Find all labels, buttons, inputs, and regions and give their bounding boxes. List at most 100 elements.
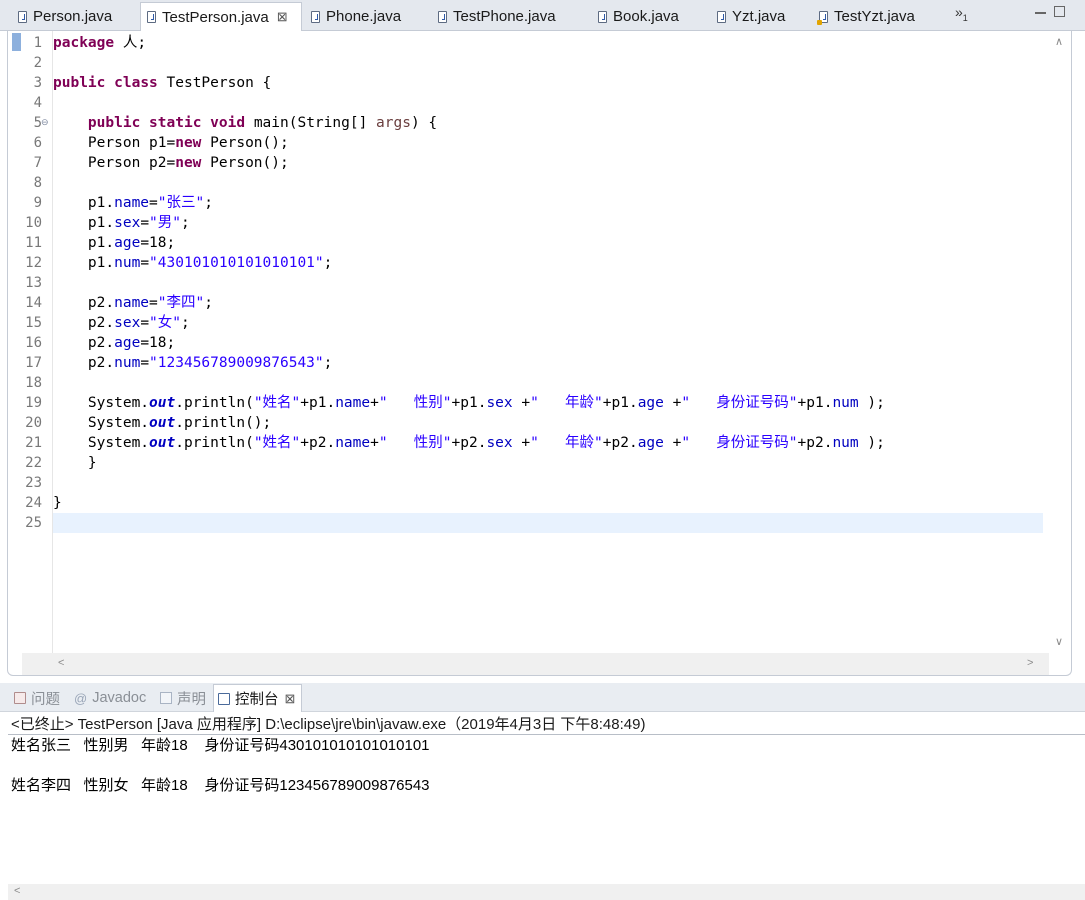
line-number: 22 bbox=[25, 455, 42, 471]
line-number: 24 bbox=[25, 495, 42, 511]
tab-label: 控制台 bbox=[235, 692, 279, 708]
tab-person-java[interactable]: Person.java bbox=[12, 3, 112, 30]
close-icon[interactable]: ⊠ bbox=[285, 691, 296, 707]
code-token: +p2. bbox=[797, 435, 833, 451]
code-token: out bbox=[149, 395, 176, 411]
code-line: p2.num="123456789009876543"; bbox=[53, 353, 332, 373]
code-token: public bbox=[87, 115, 141, 131]
code-token: num bbox=[114, 355, 141, 371]
tab-label: 声明 bbox=[177, 691, 206, 708]
console-horizontal-scrollbar[interactable]: < bbox=[8, 884, 1085, 900]
code-token: System. bbox=[53, 395, 150, 411]
code-token: System. bbox=[53, 415, 150, 431]
line-number: 23 bbox=[25, 475, 42, 491]
java-file-icon bbox=[598, 10, 607, 23]
java-file-icon bbox=[717, 10, 726, 23]
code-token: sex bbox=[114, 315, 141, 331]
code-token: 人; bbox=[114, 35, 147, 51]
scroll-left-icon[interactable]: < bbox=[14, 885, 20, 897]
code-token: public bbox=[53, 75, 106, 91]
code-token: Person(); bbox=[201, 135, 289, 151]
code-token: .println( bbox=[175, 435, 254, 451]
tab-console[interactable]: 控制台 ⊠ bbox=[213, 684, 303, 712]
code-token: static bbox=[149, 115, 202, 131]
code-token: } bbox=[53, 495, 62, 511]
code-token: System. bbox=[53, 435, 150, 451]
code-token: TestPerson { bbox=[157, 75, 272, 91]
scroll-down-icon[interactable]: ∨ bbox=[1055, 635, 1063, 648]
line-number: 1 bbox=[33, 35, 42, 51]
tab-label: Phone.java bbox=[326, 8, 402, 25]
horizontal-scrollbar[interactable]: < > bbox=[22, 653, 1049, 675]
tab-testperson-java[interactable]: TestPerson.java ⊠ bbox=[140, 2, 302, 31]
tab-testyzt-java[interactable]: TestYzt.java bbox=[813, 3, 915, 30]
code-token: new bbox=[175, 155, 202, 171]
maximize-button[interactable] bbox=[1054, 6, 1065, 17]
tab-problems[interactable]: 问题 bbox=[10, 685, 60, 711]
scroll-left-icon[interactable]: < bbox=[58, 657, 64, 669]
current-line-highlight bbox=[53, 513, 1043, 533]
code-token: + bbox=[512, 395, 531, 411]
code-token: +p1. bbox=[300, 395, 336, 411]
code-token: sex bbox=[486, 435, 513, 451]
code-token: ; bbox=[181, 215, 190, 231]
code-token: args bbox=[376, 115, 411, 131]
code-token: " 年龄" bbox=[530, 435, 603, 451]
line-number: 4 bbox=[33, 95, 42, 111]
scroll-up-icon[interactable]: ∧ bbox=[1055, 35, 1063, 48]
fold-collapse-icon[interactable]: ⊖ bbox=[41, 117, 49, 128]
code-token: name bbox=[335, 435, 371, 451]
code-line: p1.name="张三"; bbox=[53, 193, 213, 213]
code-token: name bbox=[114, 295, 150, 311]
code-token: ; bbox=[204, 195, 213, 211]
code-line: p1.num="430101010101010101"; bbox=[53, 253, 332, 273]
line-number: 19 bbox=[25, 395, 42, 411]
code-token: "女" bbox=[149, 315, 182, 331]
code-token: num bbox=[832, 435, 859, 451]
code-token: .println(); bbox=[175, 415, 272, 431]
code-token: package bbox=[53, 35, 115, 51]
line-number: 16 bbox=[25, 335, 42, 351]
code-line: System.out.println("姓名"+p1.name+" 性别"+p1… bbox=[53, 393, 885, 413]
code-token: ); bbox=[858, 435, 885, 451]
code-token: "姓名" bbox=[253, 395, 301, 411]
code-token: "张三" bbox=[157, 195, 205, 211]
code-line: Person p1=new Person(); bbox=[53, 133, 289, 153]
code-token: p1. bbox=[53, 255, 115, 271]
code-token: ; bbox=[204, 295, 213, 311]
tab-overflow-button[interactable]: »1 bbox=[955, 4, 968, 23]
code-line: System.out.println(); bbox=[53, 413, 271, 433]
code-token: ; bbox=[323, 355, 333, 371]
code-line: p2.sex="女"; bbox=[53, 313, 190, 333]
code-token: + bbox=[663, 395, 682, 411]
tab-testphone-java[interactable]: TestPhone.java bbox=[432, 3, 556, 30]
code-area[interactable]: package 人; public class TestPerson { publ… bbox=[53, 31, 1043, 653]
code-token: + bbox=[512, 435, 531, 451]
tab-yzt-java[interactable]: Yzt.java bbox=[711, 3, 785, 30]
code-token: +p1. bbox=[451, 395, 487, 411]
tab-phone-java[interactable]: Phone.java bbox=[305, 3, 401, 30]
minimize-button[interactable] bbox=[1035, 6, 1046, 14]
java-file-icon bbox=[311, 10, 320, 23]
tab-javadoc[interactable]: @ Javadoc bbox=[70, 685, 146, 711]
code-token: name bbox=[335, 395, 371, 411]
scroll-right-icon[interactable]: > bbox=[1027, 657, 1033, 669]
code-line: p1.age=18; bbox=[53, 233, 175, 253]
code-token: } bbox=[53, 455, 97, 471]
code-line: p2.name="李四"; bbox=[53, 293, 213, 313]
tab-declaration[interactable]: 声明 bbox=[156, 685, 206, 711]
vertical-scrollbar[interactable]: ∧ ∨ bbox=[1047, 31, 1071, 653]
code-token: p2. bbox=[53, 295, 115, 311]
code-token: +p2. bbox=[602, 435, 638, 451]
code-token: age bbox=[114, 235, 141, 251]
tab-label: TestPerson.java bbox=[162, 8, 269, 26]
line-number: 10 bbox=[25, 215, 42, 231]
chevron-double-right-icon: » bbox=[955, 4, 963, 20]
code-token: = bbox=[140, 355, 150, 371]
code-token: "430101010101010101" bbox=[149, 255, 324, 271]
close-icon[interactable]: ⊠ bbox=[277, 9, 288, 25]
tab-book-java[interactable]: Book.java bbox=[592, 3, 679, 30]
code-editor[interactable]: ⊖ 1 2 3 4 5 6 7 8 9 10 11 12 13 14 15 16 17 18 19 20 21 22 23 2… bbox=[7, 31, 1072, 676]
